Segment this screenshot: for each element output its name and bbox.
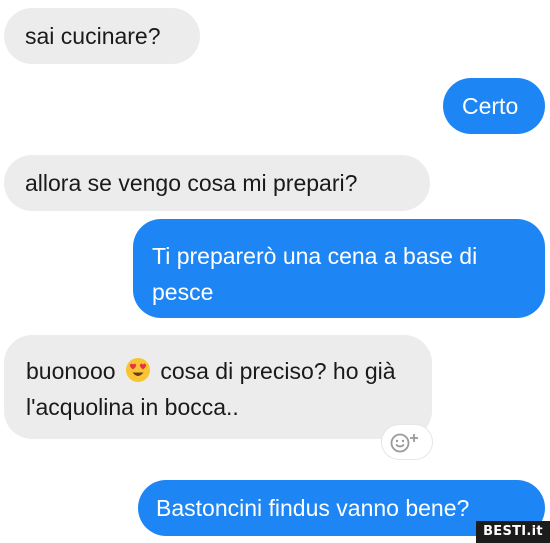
incoming-message[interactable]: allora se vengo cosa mi prepari? bbox=[4, 155, 430, 211]
message-text-before-emoji: buonooo bbox=[26, 358, 116, 384]
incoming-message[interactable]: buonooo cosa di preciso? ho già l'acquol… bbox=[4, 335, 432, 439]
message-text: allora se vengo cosa mi prepari? bbox=[25, 170, 358, 196]
incoming-message[interactable]: sai cucinare? bbox=[4, 8, 200, 64]
message-text: Certo bbox=[462, 93, 519, 119]
message-text: Bastoncini findus vanno bene? bbox=[156, 495, 470, 521]
outgoing-message[interactable]: Certo bbox=[443, 78, 545, 134]
watermark-logo: BESTI.it bbox=[476, 521, 550, 543]
add-reaction-icon bbox=[390, 433, 418, 453]
add-reaction-button[interactable] bbox=[382, 425, 432, 459]
heart-eyes-emoji bbox=[125, 357, 151, 383]
message-text: Ti preparerò una cena a base di pesce bbox=[152, 243, 478, 305]
outgoing-message[interactable]: Ti preparerò una cena a base di pesce bbox=[133, 219, 545, 318]
message-text: sai cucinare? bbox=[25, 23, 161, 49]
